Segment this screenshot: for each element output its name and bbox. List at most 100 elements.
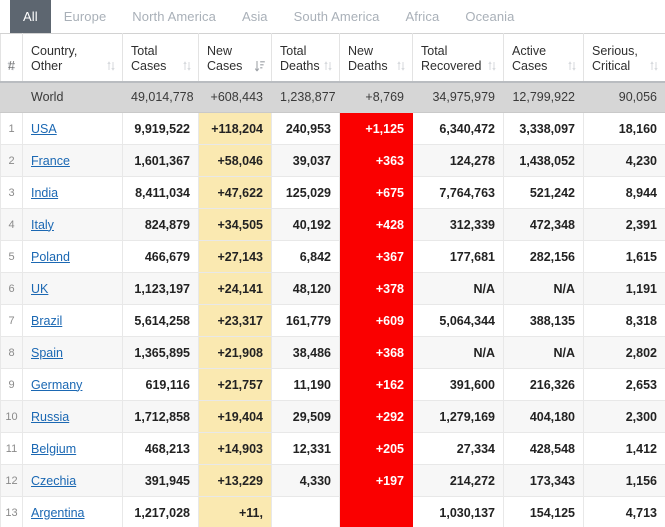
column-header-total_recovered[interactable]: Total Recovered xyxy=(412,33,504,83)
cell-new_deaths: +363 xyxy=(339,144,413,177)
column-header-country[interactable]: Country, Other xyxy=(22,33,123,83)
cell-total_cases: 1,123,197 xyxy=(122,272,199,305)
cell-active_cases: 404,180 xyxy=(503,400,584,433)
cell-total_recovered: 214,272 xyxy=(412,464,504,497)
sort-both-icon[interactable] xyxy=(6,60,16,72)
cell-new_cases: +608,443 xyxy=(198,81,272,113)
cell-country: Argentina xyxy=(22,496,123,527)
country-link[interactable]: Russia xyxy=(31,410,69,424)
cell-country: Brazil xyxy=(22,304,123,337)
cell-total_deaths: 48,120 xyxy=(271,272,340,305)
tab-oceania[interactable]: Oceania xyxy=(452,0,527,33)
sort-both-icon[interactable] xyxy=(649,60,659,72)
cell-new_deaths: +162 xyxy=(339,368,413,401)
cell-country: UK xyxy=(22,272,123,305)
cell-new_cases: +14,903 xyxy=(198,432,272,465)
cell-total_deaths: 11,190 xyxy=(271,368,340,401)
country-link[interactable]: Spain xyxy=(31,346,63,360)
cell-index: 11 xyxy=(0,432,23,465)
cell-new_deaths: +1,125 xyxy=(339,112,413,145)
country-link[interactable]: Argentina xyxy=(31,506,85,520)
column-header-line1: Active xyxy=(512,43,547,58)
country-link[interactable]: USA xyxy=(31,122,57,136)
tab-africa[interactable]: Africa xyxy=(393,0,453,33)
cell-total_recovered: 5,064,344 xyxy=(412,304,504,337)
cell-index: 9 xyxy=(0,368,23,401)
table-header: # Country, Other Total Cases New Cases Total Dea… xyxy=(0,33,665,83)
tab-all[interactable]: All xyxy=(10,0,51,33)
cell-active_cases: N/A xyxy=(503,336,584,369)
cell-total_deaths: 40,192 xyxy=(271,208,340,241)
cell-new_deaths: +8,769 xyxy=(339,81,413,113)
sort-descending-icon[interactable] xyxy=(255,60,265,72)
table-row: 11 Belgium 468,213 +14,903 12,331 +205 27,334 4… xyxy=(0,432,665,465)
column-header-line1: New xyxy=(207,43,233,58)
country-link[interactable]: Belgium xyxy=(31,442,76,456)
cell-total_cases: 5,614,258 xyxy=(122,304,199,337)
column-header-active_cases[interactable]: Active Cases xyxy=(503,33,584,83)
sort-both-icon[interactable] xyxy=(487,60,497,72)
tab-south-america[interactable]: South America xyxy=(281,0,393,33)
country-link[interactable]: Czechia xyxy=(31,474,76,488)
cell-total_cases: 9,919,522 xyxy=(122,112,199,145)
cell-total_deaths: 4,330 xyxy=(271,464,340,497)
column-header-line1: Country, xyxy=(31,43,78,58)
column-header-line2: Cases xyxy=(512,58,548,73)
tab-north-america[interactable]: North America xyxy=(119,0,229,33)
country-link[interactable]: France xyxy=(31,154,70,168)
column-header-index[interactable]: # xyxy=(0,33,23,83)
cell-country: Czechia xyxy=(22,464,123,497)
column-header-new_deaths[interactable]: New Deaths xyxy=(339,33,413,83)
column-header-line2: Other xyxy=(31,58,63,73)
column-header-total_cases[interactable]: Total Cases xyxy=(122,33,199,83)
cell-serious: 1,156 xyxy=(583,464,665,497)
column-header-total_deaths[interactable]: Total Deaths xyxy=(271,33,340,83)
sort-both-icon[interactable] xyxy=(182,60,192,72)
cell-new_deaths: +428 xyxy=(339,208,413,241)
cell-country: USA xyxy=(22,112,123,145)
table-row: 6 UK 1,123,197 +24,141 48,120 +378 N/A N/A 1,191 xyxy=(0,272,665,305)
cell-new_deaths: +609 xyxy=(339,304,413,337)
cell-country: Poland xyxy=(22,240,123,273)
cell-serious: 2,300 xyxy=(583,400,665,433)
sort-both-icon[interactable] xyxy=(396,60,406,72)
sort-both-icon[interactable] xyxy=(323,60,333,72)
cell-serious: 2,802 xyxy=(583,336,665,369)
cell-new_deaths: +675 xyxy=(339,176,413,209)
cell-new_cases: +13,229 xyxy=(198,464,272,497)
country-link[interactable]: India xyxy=(31,186,58,200)
tab-europe[interactable]: Europe xyxy=(51,0,120,33)
country-link[interactable]: Germany xyxy=(31,378,82,392)
cell-new_deaths: +205 xyxy=(339,432,413,465)
country-link[interactable]: Italy xyxy=(31,218,54,232)
cell-new_deaths xyxy=(339,496,413,527)
covid-statistics-table: # Country, Other Total Cases New Cases Total Dea… xyxy=(0,33,665,527)
cell-total_recovered: 1,030,137 xyxy=(412,496,504,527)
cell-index: 1 xyxy=(0,112,23,145)
sort-both-icon[interactable] xyxy=(567,60,577,72)
cell-total_recovered: 6,340,472 xyxy=(412,112,504,145)
cell-serious: 8,944 xyxy=(583,176,665,209)
cell-total_cases: 824,879 xyxy=(122,208,199,241)
country-link[interactable]: Poland xyxy=(31,250,70,264)
cell-new_cases: +23,317 xyxy=(198,304,272,337)
cell-total_deaths: 161,779 xyxy=(271,304,340,337)
tab-asia[interactable]: Asia xyxy=(229,0,281,33)
cell-active_cases: 154,125 xyxy=(503,496,584,527)
cell-total_deaths: 29,509 xyxy=(271,400,340,433)
cell-total_cases: 1,217,028 xyxy=(122,496,199,527)
country-link[interactable]: Brazil xyxy=(31,314,62,328)
table-row: 3 India 8,411,034 +47,622 125,029 +675 7,764,7… xyxy=(0,176,665,209)
cell-active_cases: 1,438,052 xyxy=(503,144,584,177)
column-header-line2: Critical xyxy=(592,58,631,73)
sort-both-icon[interactable] xyxy=(106,60,116,72)
cell-total_deaths: 240,953 xyxy=(271,112,340,145)
cell-total_cases: 1,712,858 xyxy=(122,400,199,433)
column-header-new_cases[interactable]: New Cases xyxy=(198,33,272,83)
cell-new_cases: +24,141 xyxy=(198,272,272,305)
cell-active_cases: 428,548 xyxy=(503,432,584,465)
column-header-serious[interactable]: Serious, Critical xyxy=(583,33,665,83)
cell-country: Germany xyxy=(22,368,123,401)
country-link[interactable]: UK xyxy=(31,282,48,296)
table-row: 1 USA 9,919,522 +118,204 240,953 +1,125 6,340,… xyxy=(0,112,665,145)
